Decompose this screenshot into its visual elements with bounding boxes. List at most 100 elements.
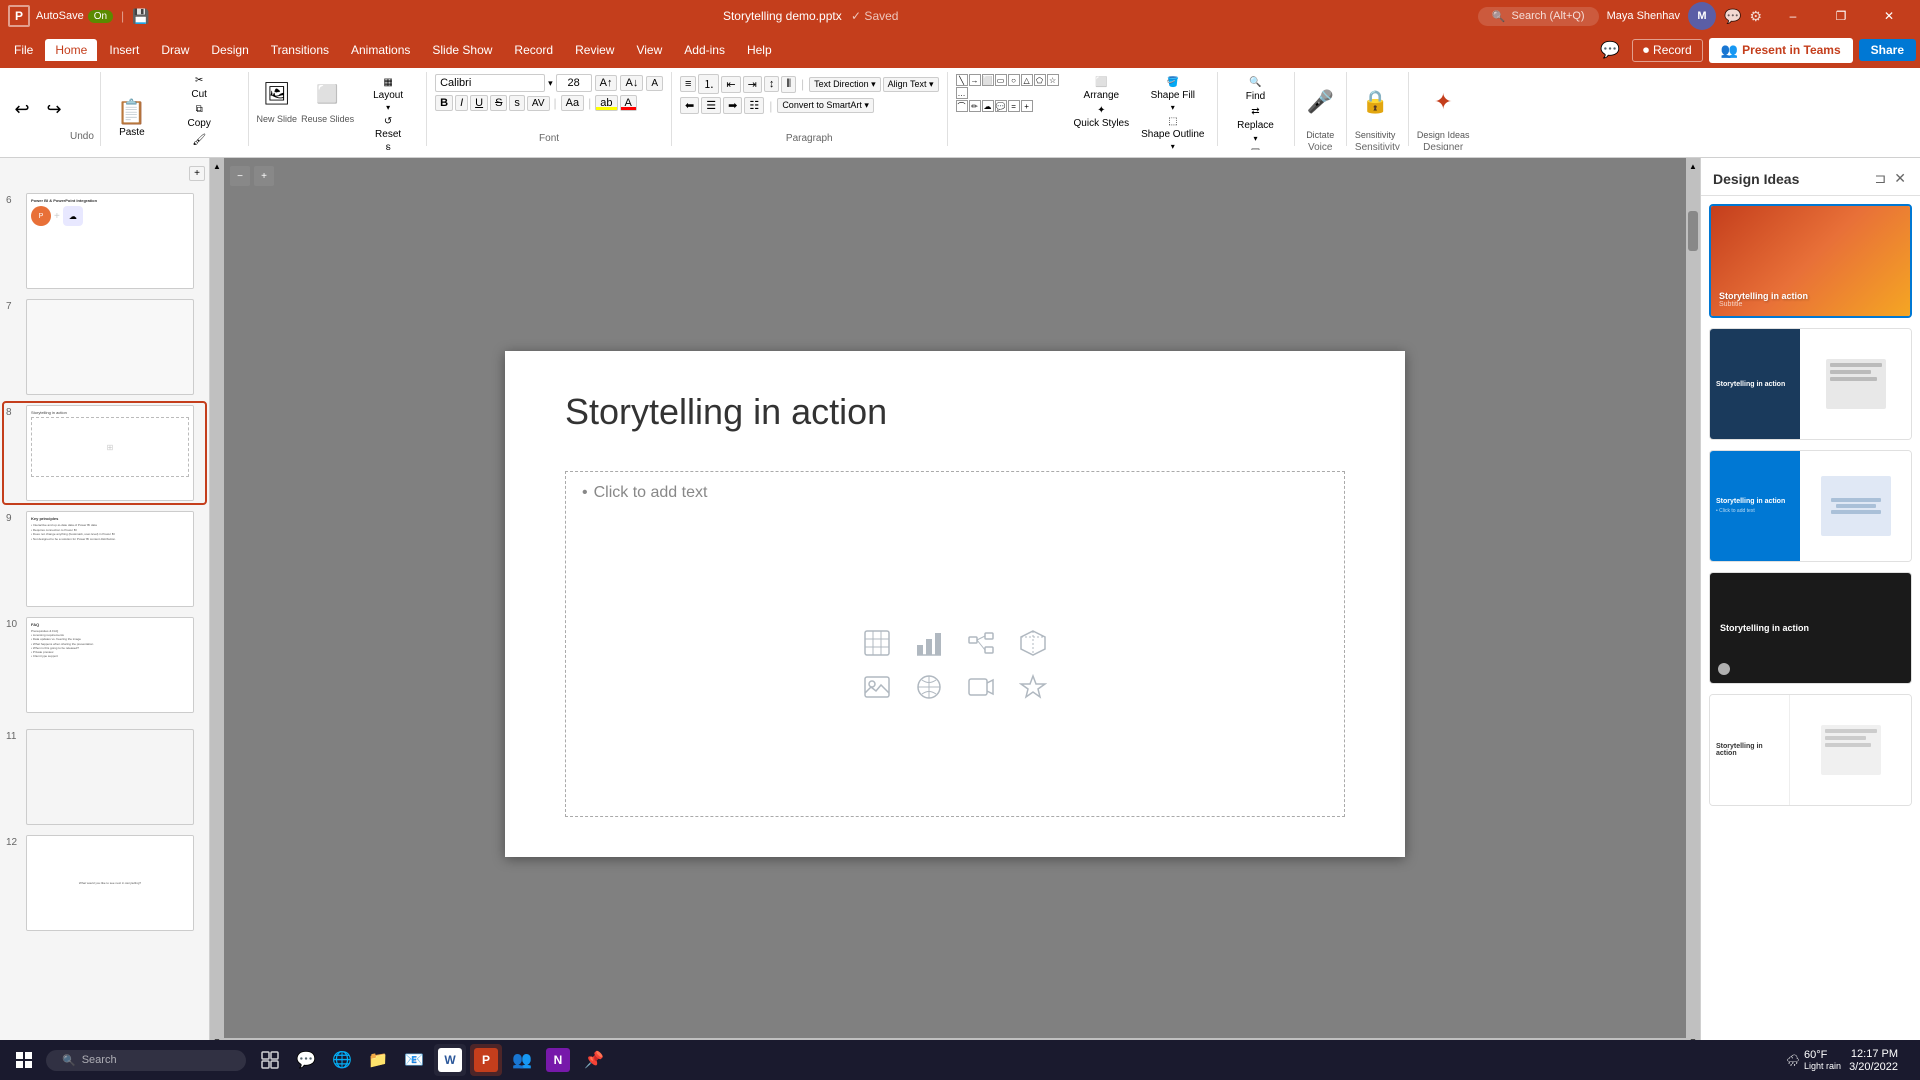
design-panel-close-btn[interactable]: ✕ [1892, 168, 1908, 189]
slide-title[interactable]: Storytelling in action [565, 391, 887, 433]
menu-item-transitions[interactable]: Transitions [261, 39, 339, 61]
zoom-out-canvas-btn[interactable]: − [230, 166, 250, 186]
feedback-icon[interactable]: 💬 [1724, 8, 1741, 25]
replace-button[interactable]: ⇄Replace▾ [1226, 105, 1286, 144]
design-idea-card-1[interactable]: Storytelling in action Subtitle [1709, 204, 1912, 318]
shape-star[interactable]: ☆ [1047, 74, 1059, 86]
quick-styles-button[interactable]: ✦Quick Styles [1070, 104, 1134, 130]
share-button[interactable]: Share [1859, 39, 1916, 61]
menu-item-slideshow[interactable]: Slide Show [422, 39, 502, 61]
insert-3d-icon[interactable] [1015, 625, 1051, 661]
reuse-slides-button[interactable]: ⬜ [312, 74, 344, 114]
menu-item-draw[interactable]: Draw [151, 39, 199, 61]
section-button[interactable]: §Section▾ [358, 143, 418, 150]
present-teams-button[interactable]: 👥 Present in Teams [1709, 38, 1853, 63]
slide-thumb-9[interactable]: 9 Key principles • Interactive and up-to… [4, 509, 205, 609]
menu-item-review[interactable]: Review [565, 39, 624, 61]
design-idea-card-5[interactable]: Storytelling in action [1709, 694, 1912, 806]
shape-tri[interactable]: △ [1021, 74, 1033, 86]
shape-more[interactable]: … [956, 87, 968, 99]
right-scrollbar[interactable]: ▲ ▼ [1686, 158, 1700, 1050]
insert-picture-icon[interactable] [859, 669, 895, 705]
shape-arrow[interactable]: → [969, 74, 981, 86]
taskbar-powerpoint-btn[interactable]: P [470, 1044, 502, 1076]
columns-button[interactable]: ⫴ [781, 76, 796, 93]
find-button[interactable]: 🔍Find [1226, 76, 1286, 103]
autosave-toggle[interactable]: On [88, 10, 113, 23]
arrange-button[interactable]: ⬜Arrange [1070, 76, 1134, 102]
underline-button[interactable]: U [470, 95, 488, 111]
shape-pentagon[interactable]: ⬠ [1034, 74, 1046, 86]
align-text-button[interactable]: Align Text ▾ [883, 77, 939, 92]
taskbar-start-button[interactable] [8, 1044, 40, 1076]
taskbar-explorer-btn[interactable]: 📁 [362, 1044, 394, 1076]
menu-item-record[interactable]: Record [504, 39, 563, 61]
insert-chart-icon[interactable] [911, 625, 947, 661]
design-idea-card-4[interactable]: Storytelling in action [1709, 572, 1912, 684]
change-case-button[interactable]: Aa [561, 95, 584, 111]
menu-item-design[interactable]: Design [201, 39, 258, 61]
font-name-input[interactable] [435, 74, 545, 92]
new-slide-button[interactable]: 🖼 [259, 74, 295, 114]
cut-button[interactable]: ✂Cut [159, 74, 240, 101]
menu-item-insert[interactable]: Insert [99, 39, 149, 61]
shape-outline-button[interactable]: ⬚Shape Outline▾ [1137, 115, 1208, 150]
record-button[interactable]: ⏺ Record [1632, 39, 1703, 62]
user-avatar[interactable]: M [1688, 2, 1716, 30]
shadow-button[interactable]: s [509, 95, 525, 111]
slide-thumb-10[interactable]: 10 FAQ Prerequisites & FAQ • Licensing r… [4, 615, 205, 715]
shape-curve[interactable]: ⌒ [956, 100, 968, 112]
shape-line[interactable]: ╲ [956, 74, 968, 86]
insert-table-icon[interactable] [859, 625, 895, 661]
slide-thumb-12[interactable]: 12 What would you like to see next in st… [4, 833, 205, 933]
decrease-font-button[interactable]: A↓ [620, 75, 643, 91]
taskbar-outlook-btn[interactable]: 📧 [398, 1044, 430, 1076]
design-ideas-button[interactable]: ✦ [1427, 74, 1459, 130]
shape-rect[interactable]: ⬜ [982, 74, 994, 86]
minimize-btn[interactable]: – [1770, 0, 1816, 32]
menu-item-file[interactable]: File [4, 39, 43, 61]
decrease-indent-button[interactable]: ⇤ [721, 76, 740, 93]
select-button[interactable]: ▣Select▾ [1226, 146, 1286, 150]
align-left-button[interactable]: ⬅ [680, 97, 699, 114]
scroll-up-btn[interactable]: ▲ [213, 162, 221, 171]
zoom-in-canvas-btn[interactable]: + [254, 166, 274, 186]
strikethrough-button[interactable]: S [490, 95, 507, 111]
shape-callout[interactable]: 💬 [995, 100, 1007, 112]
menu-item-addins[interactable]: Add-ins [674, 39, 735, 61]
italic-button[interactable]: I [455, 95, 468, 111]
font-color-button[interactable]: A [620, 95, 637, 111]
design-idea-card-3[interactable]: Storytelling in action • Click to add te… [1709, 450, 1912, 562]
taskbar-teams-btn[interactable]: 👥 [506, 1044, 538, 1076]
canvas-area[interactable]: ▲ ▼ Storytelling in action • Click to ad… [210, 158, 1700, 1050]
copy-button[interactable]: ⧉Copy [159, 103, 240, 130]
highlight-color-button[interactable]: ab [595, 95, 617, 111]
clear-format-button[interactable]: A [646, 76, 663, 91]
shape-plus[interactable]: + [1021, 100, 1033, 112]
taskbar-onenote-btn[interactable]: N [542, 1044, 574, 1076]
reset-button[interactable]: ↺Reset [358, 115, 418, 141]
menu-item-animations[interactable]: Animations [341, 39, 420, 61]
slide-thumb-7[interactable]: 7 [4, 297, 205, 397]
shape-fill-button[interactable]: 🪣Shape Fill▾ [1137, 76, 1208, 113]
dictate-button[interactable]: 🎤 [1303, 74, 1338, 130]
right-scroll-up-btn[interactable]: ▲ [1689, 162, 1697, 171]
menu-item-view[interactable]: View [626, 39, 672, 61]
shape-circle[interactable]: ○ [1008, 74, 1020, 86]
line-spacing-button[interactable]: ↕ [764, 76, 780, 92]
numbering-button[interactable]: ⒈ [698, 74, 719, 94]
restore-btn[interactable]: ❐ [1818, 0, 1864, 32]
format-painter-button[interactable]: 🖌Format Painter [159, 132, 240, 150]
search-box[interactable]: 🔍 Search (Alt+Q) [1478, 7, 1599, 26]
insert-stock-images-icon[interactable] [911, 669, 947, 705]
shape-eq[interactable]: = [1008, 100, 1020, 112]
scroll-thumb[interactable] [1688, 211, 1698, 251]
taskbar-clock[interactable]: 12:17 PM 3/20/2022 [1849, 1048, 1898, 1073]
text-direction-button[interactable]: Text Direction ▾ [809, 77, 881, 92]
insert-icons-icon[interactable] [1015, 669, 1051, 705]
font-size-input[interactable] [556, 74, 592, 92]
menu-item-home[interactable]: Home [45, 39, 97, 61]
save-icon[interactable]: 💾 [132, 8, 149, 25]
shape-rect2[interactable]: ▭ [995, 74, 1007, 86]
layout-button[interactable]: ▦Layout▾ [358, 76, 418, 113]
